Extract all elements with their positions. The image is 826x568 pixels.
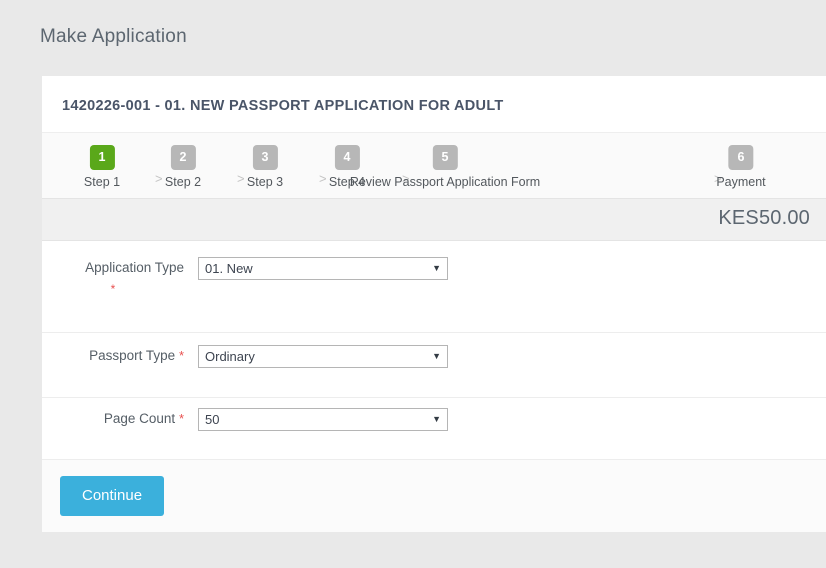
- form-row: Page Count * 50 ▼: [42, 398, 826, 460]
- application-card: 1420226-001 - 01. NEW PASSPORT APPLICATI…: [42, 76, 826, 532]
- page-count-label-text: Page Count: [104, 411, 175, 426]
- card-header-title: 1420226-001 - 01. NEW PASSPORT APPLICATI…: [62, 98, 806, 114]
- step-badge: 1: [89, 145, 114, 170]
- application-type-select[interactable]: 01. New ▼: [198, 257, 448, 280]
- stepper-step-6[interactable]: 6 Payment: [716, 145, 765, 189]
- chevron-down-icon: ▼: [432, 264, 441, 273]
- step-badge: 5: [432, 145, 457, 170]
- step-label: Step 3: [247, 175, 283, 189]
- price-amount: KES50.00: [718, 207, 810, 229]
- step-label: Step 2: [165, 175, 201, 189]
- stepper-step-3[interactable]: 3 Step 3: [247, 145, 283, 189]
- passport-type-label: Passport Type *: [62, 345, 198, 367]
- step-badge: 2: [170, 145, 195, 170]
- card-header: 1420226-001 - 01. NEW PASSPORT APPLICATI…: [42, 76, 826, 132]
- chevron-down-icon: ▼: [432, 352, 441, 361]
- passport-type-label-text: Passport Type: [89, 348, 175, 363]
- application-type-label: Application Type *: [62, 257, 198, 294]
- step-badge: 3: [252, 145, 277, 170]
- page-title: Make Application: [0, 0, 826, 48]
- required-marker: *: [62, 284, 184, 294]
- price-bar: KES50.00: [42, 198, 826, 241]
- step-separator-icon: >: [155, 171, 163, 186]
- stepper-step-1[interactable]: 1 Step 1: [84, 145, 120, 189]
- stepper-step-2[interactable]: 2 Step 2: [165, 145, 201, 189]
- application-type-value: 01. New: [205, 261, 428, 276]
- passport-type-select[interactable]: Ordinary ▼: [198, 345, 448, 368]
- chevron-down-icon: ▼: [432, 415, 441, 424]
- application-type-label-text: Application Type: [85, 260, 184, 275]
- step-label: Step 1: [84, 175, 120, 189]
- page-count-label: Page Count *: [62, 408, 198, 430]
- passport-type-value: Ordinary: [205, 349, 428, 364]
- form-row: Application Type * 01. New ▼: [42, 241, 826, 333]
- step-separator-icon: >: [319, 171, 327, 186]
- required-marker: *: [179, 411, 184, 426]
- continue-button[interactable]: Continue: [60, 476, 164, 516]
- page-count-select[interactable]: 50 ▼: [198, 408, 448, 431]
- form-area: Application Type * 01. New ▼ Passport Ty…: [42, 241, 826, 460]
- page-count-value: 50: [205, 412, 428, 427]
- step-separator-icon: >: [237, 171, 245, 186]
- form-row: Passport Type * Ordinary ▼: [42, 333, 826, 398]
- stepper-step-5[interactable]: 5 Review Passport Application Form: [350, 145, 540, 189]
- card-footer: Continue: [42, 460, 826, 532]
- step-label: Review Passport Application Form: [350, 175, 540, 189]
- stepper: 1Step 1>2Step 2>3Step 3>4Step 4>5Review …: [42, 132, 826, 198]
- required-marker: *: [179, 348, 184, 363]
- step-badge: 6: [729, 145, 754, 170]
- step-label: Payment: [716, 175, 765, 189]
